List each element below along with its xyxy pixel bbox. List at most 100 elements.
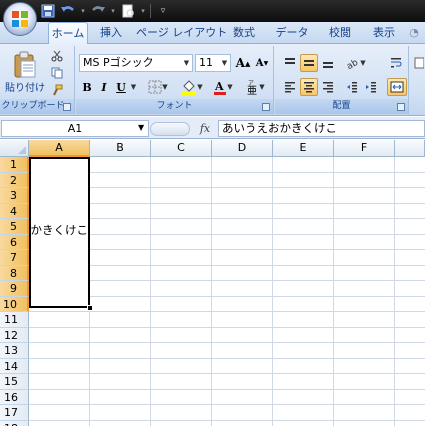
row-header-18[interactable]: 18 — [0, 420, 29, 426]
column-header-a[interactable]: A — [29, 140, 90, 157]
decrease-indent-button[interactable] — [343, 78, 361, 96]
svg-text:亜: 亜 — [247, 86, 257, 95]
increase-indent-button[interactable] — [362, 78, 380, 96]
print-preview-icon[interactable] — [120, 3, 136, 19]
redo-icon[interactable] — [90, 3, 106, 19]
row-header-12[interactable]: 12 — [0, 327, 29, 343]
column-header-d[interactable]: D — [212, 140, 273, 157]
format-painter-icon — [53, 84, 63, 96]
row-header-10[interactable]: 10 — [0, 296, 29, 312]
tab-review[interactable]: 校閲 — [322, 22, 358, 44]
font-size-combo[interactable]: 11 ▼ — [195, 54, 231, 72]
font-name-combo[interactable]: MS Pゴシック ▼ — [79, 54, 193, 72]
name-box[interactable]: A1 — [1, 120, 149, 137]
formula-bar-divider[interactable] — [150, 122, 190, 136]
quick-access-toolbar: ▾ ▾ ▾ ▿ — [40, 2, 171, 20]
orientation-button[interactable]: ab ▼ — [343, 54, 369, 72]
undo-dropdown-icon[interactable]: ▾ — [80, 3, 86, 19]
chevron-down-icon[interactable]: ▼ — [138, 123, 144, 132]
row-header-14[interactable]: 14 — [0, 358, 29, 374]
phonetic-guide-button[interactable]: ア亜 ▼ — [242, 78, 268, 96]
bold-button[interactable]: B — [79, 78, 95, 96]
ribbon-help-icon[interactable]: ◔ — [405, 22, 423, 44]
row-header-16[interactable]: 16 — [0, 389, 29, 405]
insert-function-button[interactable]: fx — [196, 120, 214, 137]
underline-dropdown-icon[interactable]: ▼ — [129, 78, 138, 96]
svg-text:A: A — [214, 80, 224, 93]
save-icon[interactable] — [40, 3, 56, 19]
merged-cell-value: あいうえおかきくけこ — [31, 223, 88, 236]
clipboard-dialog-launcher-icon[interactable] — [63, 103, 71, 111]
orientation-icon: ab — [346, 58, 360, 69]
number-format-icon — [414, 57, 424, 69]
row-header-1[interactable]: 1 — [0, 157, 29, 173]
cut-button[interactable] — [48, 48, 66, 64]
underline-button[interactable]: U — [113, 78, 129, 96]
align-middle-button[interactable] — [300, 54, 318, 72]
align-center-button[interactable] — [300, 78, 318, 96]
align-top-button[interactable] — [281, 54, 299, 72]
number-format-button[interactable] — [412, 54, 425, 72]
font-group: MS Pゴシック ▼ 11 ▼ A ▲ A ▼ B I U ▼ ▼ ▼ A ▼ ア亜… — [76, 46, 274, 114]
row-header-4[interactable]: 4 — [0, 203, 29, 219]
column-header-b[interactable]: B — [90, 140, 151, 157]
row-header-7[interactable]: 7 — [0, 250, 29, 266]
tab-page-layout[interactable]: ページ レイアウト — [136, 22, 227, 44]
formula-input[interactable]: あいうえおかきくけこ — [218, 120, 425, 137]
font-size-value: 11 — [199, 56, 213, 69]
tab-formulas[interactable]: 数式 — [226, 22, 262, 44]
increase-font-size-button[interactable]: A ▲ — [234, 54, 252, 72]
svg-text:ab: ab — [346, 58, 360, 69]
column-gridline — [394, 157, 395, 426]
align-left-button[interactable] — [281, 78, 299, 96]
align-right-button[interactable] — [319, 78, 337, 96]
row-header-9[interactable]: 9 — [0, 281, 29, 297]
font-dialog-launcher-icon[interactable] — [262, 103, 270, 111]
borders-button[interactable]: ▼ — [146, 78, 170, 96]
undo-icon[interactable] — [60, 3, 76, 19]
qat-separator — [150, 4, 151, 18]
wrap-text-button[interactable] — [387, 54, 405, 72]
row-header-2[interactable]: 2 — [0, 172, 29, 188]
merge-and-center-button[interactable] — [387, 78, 407, 96]
alignment-dialog-launcher-icon[interactable] — [397, 103, 405, 111]
row-header-15[interactable]: 15 — [0, 374, 29, 390]
select-all-button[interactable] — [0, 140, 29, 157]
paste-button[interactable]: 貼り付け — [5, 46, 45, 98]
row-header-8[interactable]: 8 — [0, 265, 29, 281]
office-button[interactable] — [3, 2, 37, 36]
decrease-font-size-button[interactable]: A ▼ — [253, 54, 271, 72]
column-header-partial[interactable] — [395, 140, 425, 157]
scissors-icon — [51, 50, 63, 62]
align-bottom-button[interactable] — [319, 54, 337, 72]
font-color-button[interactable]: A ▼ — [210, 78, 236, 96]
format-painter-button[interactable] — [48, 82, 66, 98]
clipboard-group: 貼り付け クリップボード — [0, 46, 75, 114]
font-group-label: フォント — [76, 99, 273, 114]
tab-insert[interactable]: 挿入 — [92, 22, 130, 44]
spreadsheet-grid[interactable]: A B C D E F 123456789101112131415161718 … — [0, 140, 425, 426]
redo-dropdown-icon[interactable]: ▾ — [110, 3, 116, 19]
fill-handle[interactable] — [87, 305, 93, 311]
decrease-indent-icon — [347, 82, 357, 93]
formula-bar: A1 ▼ fx あいうえおかきくけこ — [0, 117, 425, 139]
row-header-11[interactable]: 11 — [0, 312, 29, 328]
column-header-e[interactable]: E — [273, 140, 334, 157]
row-header-17[interactable]: 17 — [0, 405, 29, 421]
row-header-3[interactable]: 3 — [0, 188, 29, 204]
italic-button[interactable]: I — [96, 78, 112, 96]
row-header-13[interactable]: 13 — [0, 343, 29, 359]
print-preview-dropdown-icon[interactable]: ▾ — [140, 3, 146, 19]
row-header-6[interactable]: 6 — [0, 234, 29, 250]
tab-home[interactable]: ホーム — [48, 22, 88, 45]
column-header-c[interactable]: C — [151, 140, 212, 157]
tab-data[interactable]: データ — [272, 22, 312, 44]
customize-qat-icon[interactable]: ▿ — [155, 3, 171, 19]
fill-color-button[interactable]: ▼ — [179, 78, 205, 96]
column-header-f[interactable]: F — [334, 140, 395, 157]
paste-label: 貼り付け — [5, 82, 45, 94]
row-header-5[interactable]: 5 — [0, 219, 29, 235]
copy-icon — [51, 67, 63, 79]
copy-button[interactable] — [48, 65, 66, 81]
tab-view[interactable]: 表示 — [366, 22, 402, 44]
